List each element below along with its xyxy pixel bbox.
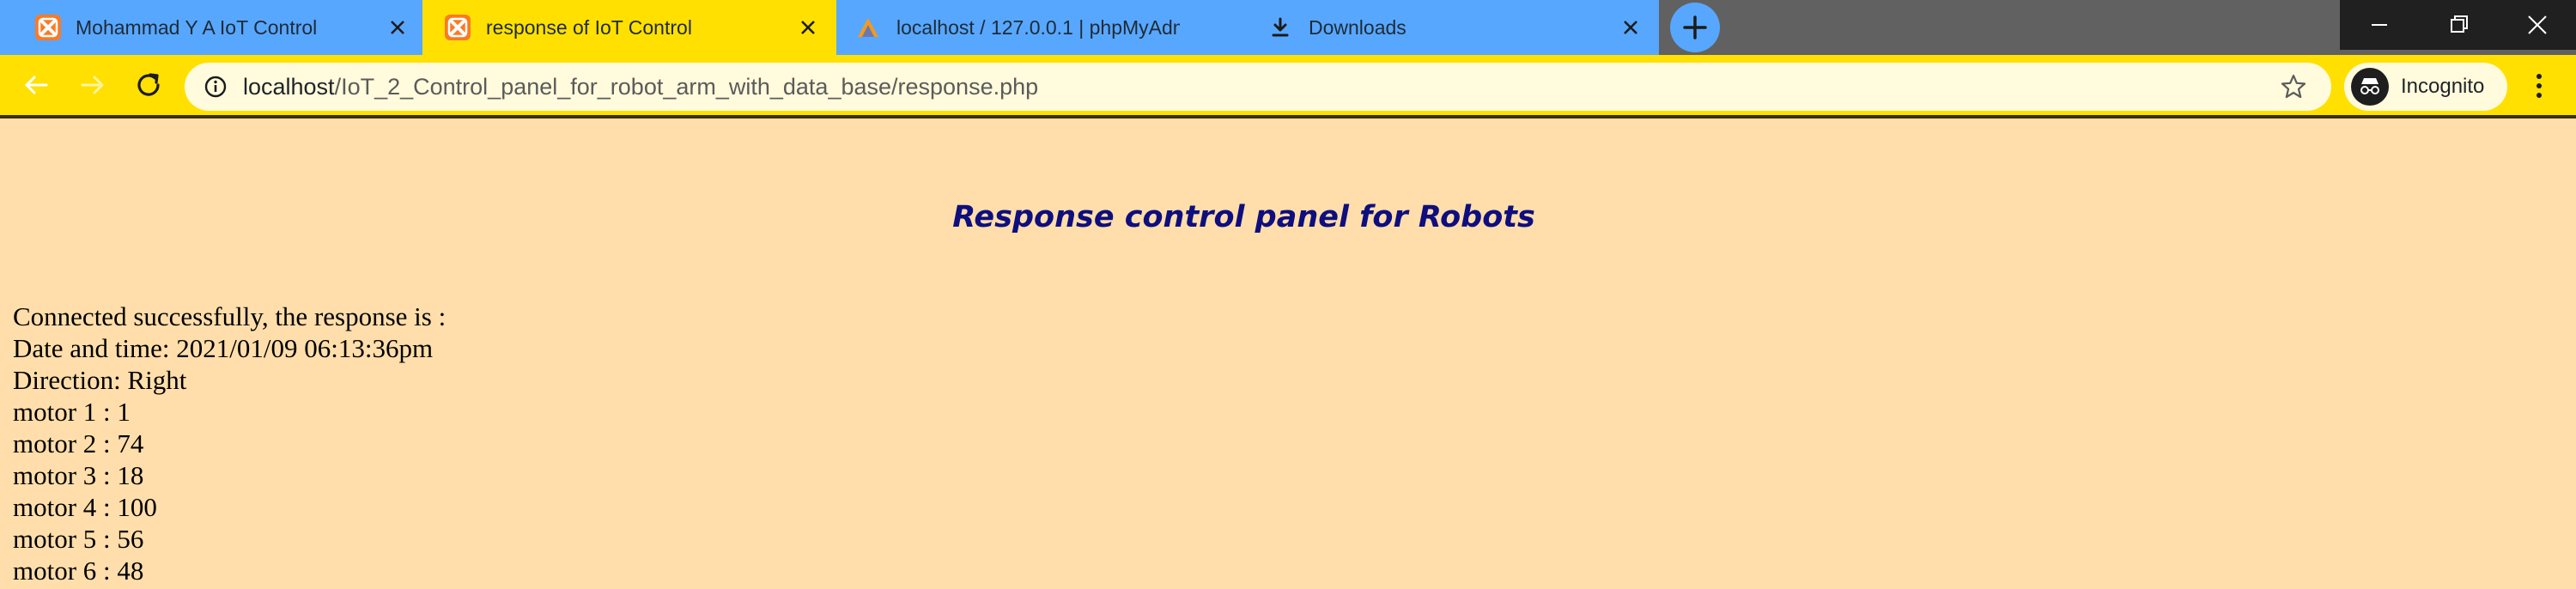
response-direction-line: Direction: Right <box>13 365 187 395</box>
tab-title: response of IoT Control <box>486 16 692 39</box>
xampp-icon <box>35 15 61 40</box>
url-path: /IoT_2_Control_panel_for_robot_arm_with_… <box>334 74 1039 100</box>
xampp-icon <box>445 15 471 40</box>
response-output: Connected successfully, the response is … <box>13 301 446 586</box>
tab-downloads[interactable]: Downloads <box>1245 0 1659 55</box>
motor-5-value: motor 5 : 56 <box>13 524 144 554</box>
close-icon <box>2528 15 2547 34</box>
motor-4-value: motor 4 : 100 <box>13 492 157 522</box>
tab-title: localhost / 127.0.0.1 | phpMyAdmin <box>896 16 1180 39</box>
address-bar[interactable]: localhost/IoT_2_Control_panel_for_robot_… <box>185 63 2331 111</box>
tab-title: Mohammad Y A IoT Control <box>76 16 318 39</box>
page-heading: Response control panel for Robots <box>952 200 1535 234</box>
tab-title: Downloads <box>1309 16 1406 39</box>
close-window-button[interactable] <box>2498 0 2576 50</box>
new-tab-button[interactable] <box>1670 3 1720 52</box>
site-info-icon[interactable] <box>204 75 228 99</box>
close-tab-icon[interactable] <box>1619 16 1642 39</box>
url-text[interactable]: localhost/IoT_2_Control_panel_for_robot_… <box>243 71 1038 102</box>
motor-6-value: motor 6 : 48 <box>13 556 144 586</box>
restore-icon <box>2451 15 2468 33</box>
menu-kebab-icon[interactable] <box>2529 70 2549 101</box>
profile-label: Incognito <box>2401 75 2485 98</box>
tab-response-iot-control[interactable]: response of IoT Control <box>422 0 836 55</box>
plus-icon <box>1683 15 1707 39</box>
tab-strip: Mohammad Y A IoT Control response of IoT… <box>0 0 2576 55</box>
minimize-icon <box>2372 24 2387 26</box>
toolbar-divider <box>0 115 2576 118</box>
tab-phpmyadmin[interactable]: localhost / 127.0.0.1 | phpMyAdmin <box>836 0 1245 55</box>
phpmyadmin-icon <box>858 18 878 37</box>
motor-3-value: motor 3 : 18 <box>13 460 144 490</box>
close-tab-icon[interactable] <box>386 16 409 39</box>
reload-icon[interactable] <box>133 70 164 100</box>
incognito-profile-button[interactable]: Incognito <box>2344 63 2507 111</box>
close-tab-icon[interactable] <box>797 16 819 39</box>
back-arrow-icon[interactable] <box>21 70 52 100</box>
restore-button[interactable] <box>2419 0 2498 50</box>
forward-arrow-icon[interactable] <box>77 70 108 100</box>
minimize-button[interactable] <box>2340 0 2419 50</box>
bookmark-star-icon[interactable] <box>2280 73 2307 100</box>
incognito-icon <box>2351 68 2389 106</box>
url-host: localhost <box>243 74 335 100</box>
response-datetime-line: Date and time: 2021/01/09 06:13:36pm <box>13 333 434 363</box>
tab-mohammad-iot-control[interactable]: Mohammad Y A IoT Control <box>0 0 422 55</box>
download-icon <box>1272 17 1289 37</box>
motor-2-value: motor 2 : 74 <box>13 428 144 458</box>
response-status-line: Connected successfully, the response is … <box>13 301 447 331</box>
motor-1-value: motor 1 : 1 <box>13 397 131 427</box>
